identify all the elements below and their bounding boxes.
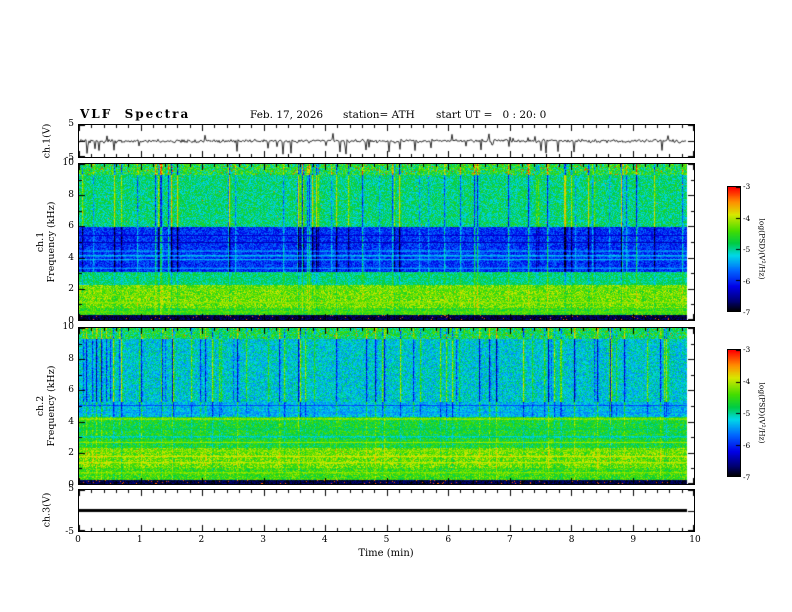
- ch1-frequency-axis-label: ch.1 Frequency (kHz): [35, 202, 57, 283]
- x-tick-label: 5: [384, 535, 390, 545]
- x-tick-label: 3: [260, 535, 266, 545]
- spec1-y-tick-label: 2: [52, 284, 74, 294]
- time-axis-label: Time (min): [358, 548, 413, 559]
- vlf-spectra-figure: VLF Spectra Feb. 17, 2026 station= ATH s…: [0, 0, 792, 612]
- spec2-y-tick-label: 2: [52, 448, 74, 458]
- colorbar-ch1-label: log(PSD)(V²/Hz): [757, 218, 768, 279]
- figure-date: Feb. 17, 2026: [250, 109, 323, 121]
- ch1-y-tick-label: 5: [52, 119, 74, 129]
- ch3-waveform-panel: [78, 489, 695, 532]
- x-tick-label: 10: [689, 535, 700, 545]
- spec1-y-tick-label: 8: [52, 190, 74, 200]
- colorbar-ch1: [727, 186, 741, 312]
- station-label: station= ATH: [343, 109, 415, 121]
- colorbar1-tick-label: -7: [743, 308, 750, 318]
- colorbar1-tick-label: -5: [743, 245, 750, 255]
- colorbar1-tick-label: -4: [743, 214, 750, 224]
- x-tick-label: 7: [507, 535, 513, 545]
- colorbar2-tick-label: -4: [743, 377, 750, 387]
- x-tick-label: 9: [630, 535, 636, 545]
- colorbar-ch2-label: log(PSD)(V²/Hz): [757, 382, 768, 443]
- ch3-waveform-canvas: [79, 490, 694, 531]
- ch2-spectrogram-panel: [78, 327, 695, 485]
- x-tick-label: 0: [75, 535, 81, 545]
- x-tick-label: 6: [445, 535, 451, 545]
- ch1-voltage-axis-label: ch.1(V): [42, 124, 53, 159]
- ch1-axis-line2: Frequency (kHz): [46, 202, 57, 283]
- ch3-y-tick-label: 5: [52, 484, 74, 494]
- ch1-waveform-canvas: [79, 125, 694, 157]
- colorbar2-tick-label: -7: [743, 473, 750, 483]
- x-tick-label: 1: [137, 535, 143, 545]
- spec1-y-tick-label: 6: [52, 221, 74, 231]
- ch3-y-tick-label: -5: [52, 527, 74, 537]
- ch1-spectrogram-panel: [78, 163, 695, 321]
- ch1-waveform-panel: [78, 124, 695, 158]
- ch1-spectrogram-canvas: [79, 164, 694, 320]
- spec2-y-tick-label: 10: [52, 322, 74, 332]
- colorbar2-tick-label: -5: [743, 409, 750, 419]
- ch2-spectrogram-canvas: [79, 328, 694, 484]
- colorbar1-tick-label: -3: [743, 182, 750, 192]
- ch3-voltage-axis-label: ch.3(V): [42, 493, 53, 528]
- ch1-axis-line1: ch.1: [35, 202, 46, 283]
- spec1-y-tick-label: 4: [52, 253, 74, 263]
- x-tick-label: 8: [569, 535, 575, 545]
- ch1-y-tick-label: -5: [52, 153, 74, 163]
- x-tick-label: 2: [199, 535, 205, 545]
- figure-title: VLF Spectra: [80, 107, 190, 121]
- spec2-y-tick-label: 6: [52, 385, 74, 395]
- colorbar2-tick-label: -6: [743, 441, 750, 451]
- x-tick-label: 4: [322, 535, 328, 545]
- ch2-axis-line2: Frequency (kHz): [46, 366, 57, 447]
- ch2-axis-line1: ch.2: [35, 366, 46, 447]
- colorbar-ch1-canvas: [728, 187, 740, 311]
- spec2-y-tick-label: 8: [52, 354, 74, 364]
- colorbar2-tick-label: -3: [743, 345, 750, 355]
- colorbar-ch2: [727, 349, 741, 477]
- colorbar-ch2-canvas: [728, 350, 740, 476]
- ch2-frequency-axis-label: ch.2 Frequency (kHz): [35, 366, 57, 447]
- colorbar1-tick-label: -6: [743, 277, 750, 287]
- start-ut-label: start UT = 0 : 20: 0: [436, 109, 546, 121]
- spec2-y-tick-label: 4: [52, 417, 74, 427]
